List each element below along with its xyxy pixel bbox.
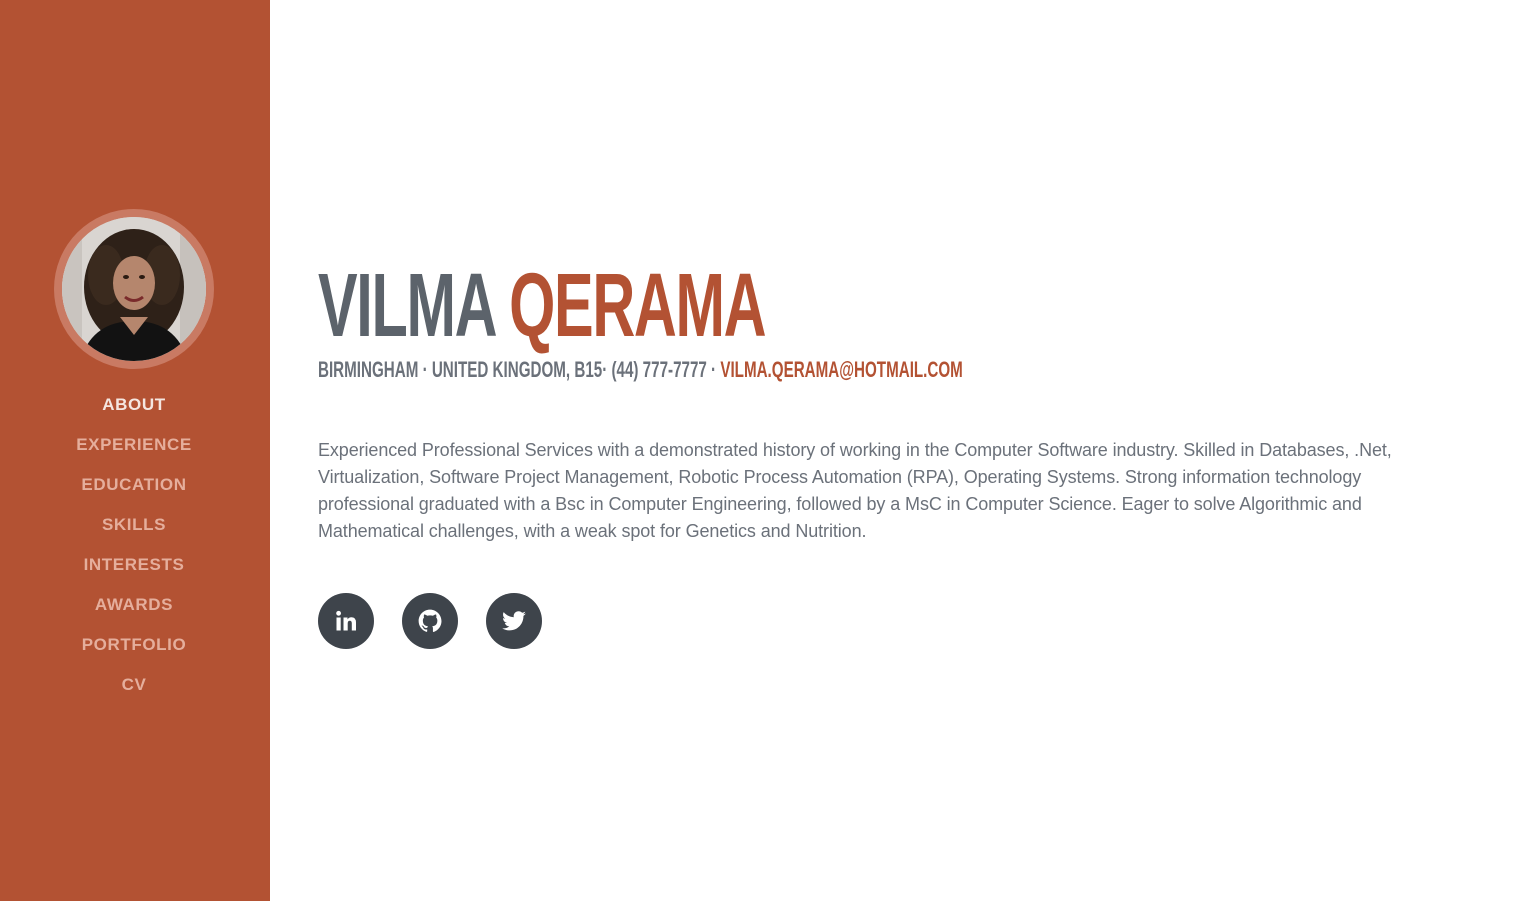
nav-item-experience[interactable]: EXPERIENCE (0, 425, 268, 465)
contact-line: BIRMINGHAM · UNITED KINGDOM, B15· (44) 7… (318, 356, 963, 384)
github-button[interactable] (402, 593, 458, 649)
email-link[interactable]: VILMA.QERAMA@HOTMAIL.COM (720, 357, 962, 382)
summary-text: Experienced Professional Services with a… (318, 440, 1392, 541)
linkedin-icon (336, 610, 356, 631)
nav-item-skills[interactable]: SKILLS (0, 505, 268, 545)
github-icon (418, 609, 442, 632)
sidebar: ABOUT EXPERIENCE EDUCATION SKILLS INTERE… (0, 0, 270, 901)
nav-item-cv[interactable]: CV (0, 665, 268, 705)
avatar-photo (62, 217, 206, 361)
nav-item-portfolio[interactable]: PORTFOLIO (0, 625, 268, 665)
linkedin-button[interactable] (318, 593, 374, 649)
twitter-icon (502, 611, 526, 631)
nav-item-about[interactable]: ABOUT (0, 385, 268, 425)
last-name: QERAMA (509, 256, 766, 356)
twitter-button[interactable] (486, 593, 542, 649)
social-icons (318, 593, 542, 649)
first-name: VILMA (318, 256, 495, 356)
avatar-frame (54, 209, 214, 369)
about-section: VILMA QERAMA BIRMINGHAM · UNITED KINGDOM… (318, 0, 1418, 901)
avatar[interactable] (62, 217, 206, 361)
nav-item-interests[interactable]: INTERESTS (0, 545, 268, 585)
page-title: VILMA QERAMA (318, 256, 767, 356)
nav-item-education[interactable]: EDUCATION (0, 465, 268, 505)
address-text: BIRMINGHAM · UNITED KINGDOM, B15· (44) 7… (318, 357, 721, 382)
sidebar-nav: ABOUT EXPERIENCE EDUCATION SKILLS INTERE… (0, 385, 268, 705)
nav-item-awards[interactable]: AWARDS (0, 585, 268, 625)
